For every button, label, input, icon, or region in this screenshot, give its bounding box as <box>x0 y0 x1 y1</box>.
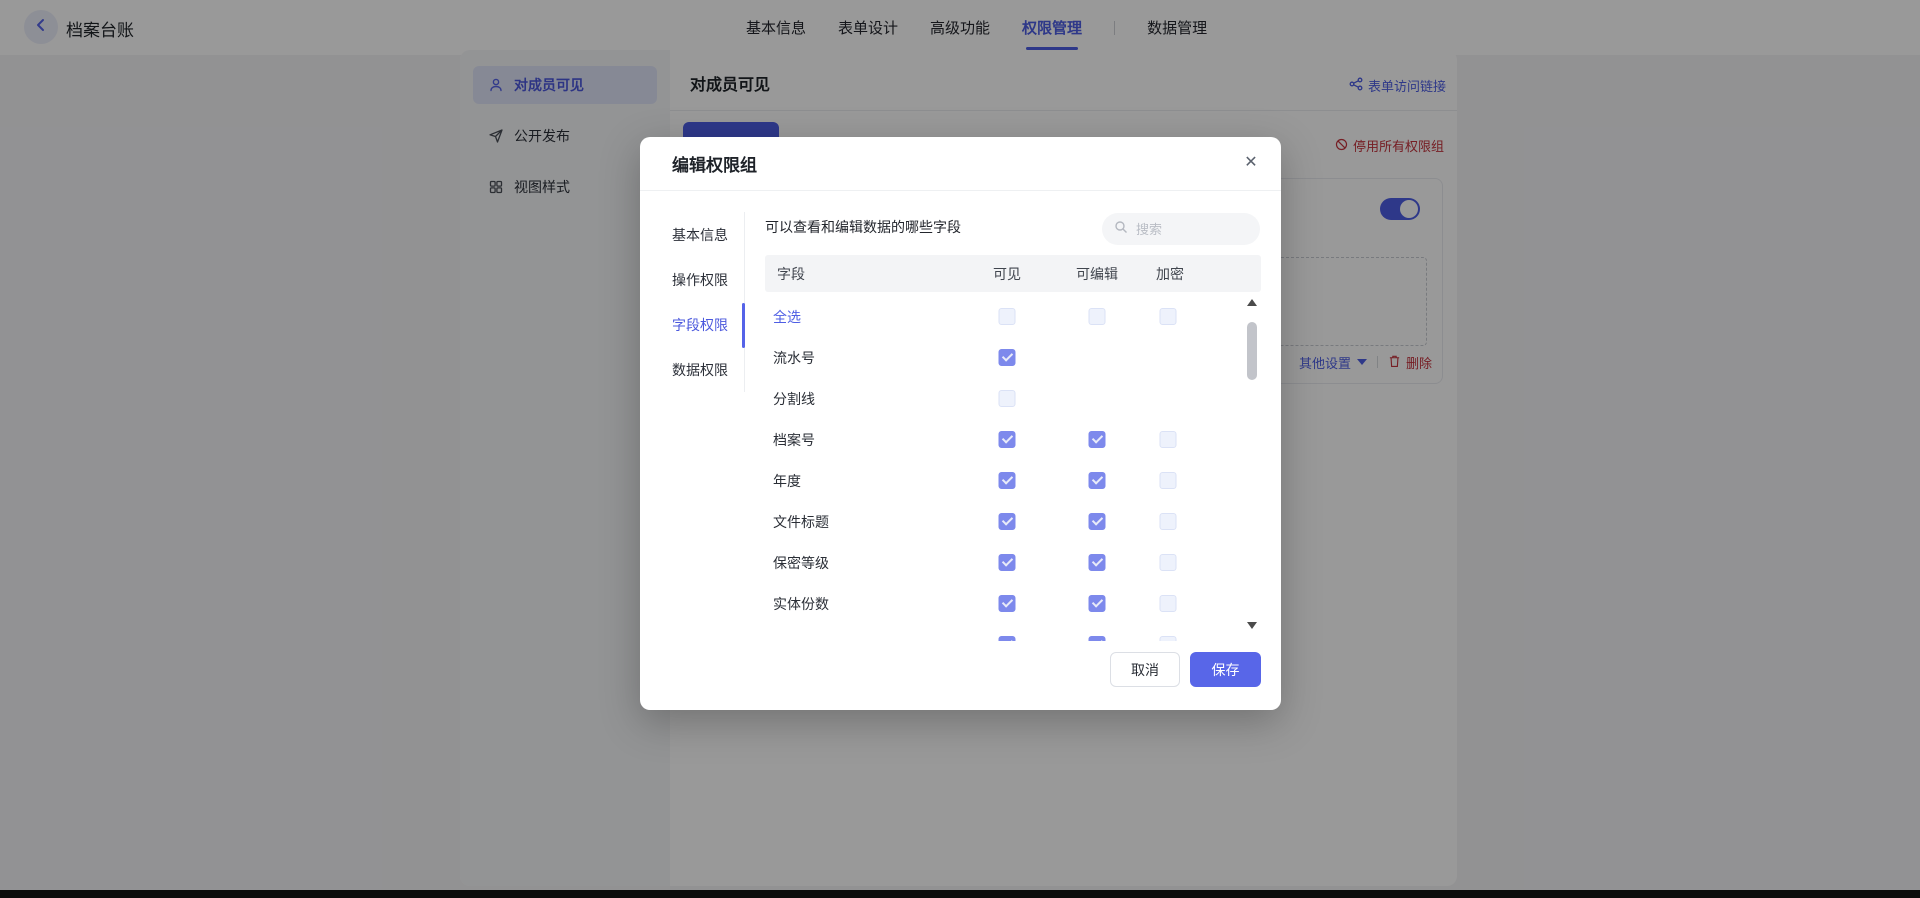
field-row: 实体份数 <box>765 583 1244 624</box>
modal-header-divider <box>640 190 1281 191</box>
checkbox-visible[interactable] <box>999 513 1016 530</box>
field-table-header: 字段 可见 可编辑 加密 <box>765 255 1261 292</box>
checkbox-editable[interactable] <box>1089 472 1106 489</box>
checkbox-visible[interactable] <box>999 431 1016 448</box>
field-row: 全选 <box>765 296 1244 337</box>
modal-nav-item-1[interactable]: 操作权限 <box>640 257 744 302</box>
checkbox-encrypted[interactable] <box>1160 431 1177 448</box>
modal-nav-active-indicator <box>742 303 745 348</box>
app-root: 档案台账 基本信息表单设计高级功能权限管理数据管理 对成员可见公开发布视图样式 … <box>0 0 1920 898</box>
checkbox-editable[interactable] <box>1089 554 1106 571</box>
modal-nav: 基本信息操作权限字段权限数据权限 <box>640 212 744 392</box>
modal-nav-item-2[interactable]: 字段权限 <box>640 302 744 347</box>
checkbox-encrypted[interactable] <box>1160 513 1177 530</box>
field-row <box>765 624 1244 641</box>
checkbox-editable[interactable] <box>1089 431 1106 448</box>
field-row: 档案号 <box>765 419 1244 460</box>
checkbox-encrypted[interactable] <box>1160 472 1177 489</box>
checkbox-visible[interactable] <box>999 554 1016 571</box>
scrollbar <box>1246 296 1258 641</box>
column-visible: 可见 <box>993 264 1021 284</box>
checkbox-editable[interactable] <box>1089 513 1106 530</box>
field-label: 档案号 <box>773 430 815 450</box>
field-label: 流水号 <box>773 348 815 368</box>
checkbox-visible[interactable] <box>999 595 1016 612</box>
edit-permission-group-modal: 编辑权限组 ✕ 基本信息操作权限字段权限数据权限 可以查看和编辑数据的哪些字段 … <box>640 137 1281 710</box>
field-row: 流水号 <box>765 337 1244 378</box>
modal-nav-item-3[interactable]: 数据权限 <box>640 347 744 392</box>
checkbox-editable[interactable] <box>1089 595 1106 612</box>
fields-heading: 可以查看和编辑数据的哪些字段 <box>765 217 961 237</box>
field-row: 保密等级 <box>765 542 1244 583</box>
cancel-button[interactable]: 取消 <box>1110 652 1180 687</box>
checkbox-encrypted[interactable] <box>1160 554 1177 571</box>
field-label: 年度 <box>773 471 801 491</box>
checkbox-visible[interactable] <box>999 349 1016 366</box>
close-icon[interactable]: ✕ <box>1239 150 1263 174</box>
search-box <box>1102 213 1260 245</box>
column-field: 字段 <box>777 264 805 284</box>
scroll-up-icon[interactable] <box>1247 299 1257 306</box>
checkbox-editable[interactable] <box>1089 636 1106 641</box>
checkbox-visible[interactable] <box>999 390 1016 407</box>
checkbox-editable[interactable] <box>1089 308 1106 325</box>
save-button[interactable]: 保存 <box>1190 652 1261 687</box>
scrollbar-thumb[interactable] <box>1247 322 1257 380</box>
column-editable: 可编辑 <box>1076 264 1118 284</box>
field-row: 文件标题 <box>765 501 1244 542</box>
field-row: 年度 <box>765 460 1244 501</box>
checkbox-encrypted[interactable] <box>1160 636 1177 641</box>
scroll-down-icon[interactable] <box>1247 622 1257 629</box>
modal-nav-divider <box>744 212 745 392</box>
field-label: 实体份数 <box>773 594 829 614</box>
field-row: 分割线 <box>765 378 1244 419</box>
modal-nav-item-0[interactable]: 基本信息 <box>640 212 744 257</box>
checkbox-visible[interactable] <box>999 472 1016 489</box>
select-all-link[interactable]: 全选 <box>773 307 801 327</box>
search-icon <box>1114 220 1128 239</box>
checkbox-encrypted[interactable] <box>1160 308 1177 325</box>
checkbox-visible[interactable] <box>999 636 1016 641</box>
checkbox-visible[interactable] <box>999 308 1016 325</box>
field-list: 全选流水号分割线档案号年度文件标题保密等级实体份数 <box>765 296 1244 641</box>
field-label: 文件标题 <box>773 512 829 532</box>
search-input[interactable] <box>1134 221 1238 238</box>
column-encrypted: 加密 <box>1156 264 1184 284</box>
field-label: 保密等级 <box>773 553 829 573</box>
field-label: 分割线 <box>773 389 815 409</box>
checkbox-encrypted[interactable] <box>1160 595 1177 612</box>
modal-title: 编辑权限组 <box>672 151 757 176</box>
